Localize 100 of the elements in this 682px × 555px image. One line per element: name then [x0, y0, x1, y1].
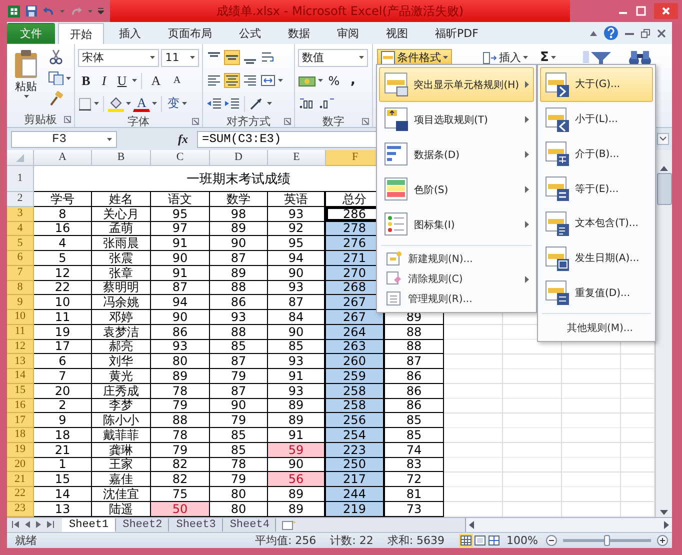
customize-icon[interactable] — [98, 8, 104, 14]
paste-button[interactable]: 粘贴 — [10, 47, 42, 107]
less-than-icon[interactable] — [545, 106, 569, 132]
calendar-icon[interactable] — [545, 246, 569, 271]
dialog-launcher-icon[interactable] — [284, 118, 291, 125]
copy-icon[interactable] — [48, 71, 64, 85]
row-header[interactable]: 23 — [7, 502, 34, 516]
column-header[interactable]: C — [151, 150, 210, 166]
insert-function-button[interactable]: fx — [177, 130, 189, 148]
page-break-view-icon[interactable] — [486, 534, 501, 547]
column-header[interactable]: E — [268, 150, 326, 166]
caret-icon[interactable] — [150, 56, 156, 59]
increase-indent-icon[interactable] — [224, 96, 240, 110]
caret-icon[interactable] — [443, 56, 448, 59]
caret-icon[interactable] — [190, 56, 195, 59]
row-header[interactable]: 11 — [7, 324, 34, 340]
normal-view-icon[interactable] — [458, 534, 473, 547]
ribbon-tab[interactable]: 审阅 — [325, 23, 371, 44]
caret-icon[interactable] — [132, 79, 137, 82]
sheet-tab[interactable]: Sheet4 — [222, 518, 276, 532]
ribbon-tab[interactable]: 开始 — [58, 23, 104, 44]
accounting-format-icon[interactable] — [298, 74, 316, 88]
cut-icon[interactable] — [48, 49, 64, 65]
menu-item[interactable]: 介于(B)... — [540, 136, 653, 172]
scroll-thumb[interactable] — [656, 173, 672, 205]
scroll-up-icon[interactable] — [660, 166, 668, 171]
zoom-in-icon[interactable] — [657, 535, 668, 546]
bold-button[interactable]: B — [78, 72, 94, 90]
row-header[interactable]: 3 — [7, 206, 34, 222]
percent-button[interactable]: % — [325, 72, 343, 88]
sheet-tab[interactable]: Sheet1 — [62, 518, 116, 532]
eraser-icon[interactable] — [386, 271, 402, 287]
format-painter-icon[interactable] — [48, 91, 64, 107]
caret-icon[interactable] — [94, 102, 99, 105]
row-header[interactable]: 7 — [7, 266, 34, 280]
italic-button[interactable]: I — [96, 72, 112, 90]
help-icon[interactable] — [604, 26, 618, 40]
menu-item[interactable]: 等于(E)... — [540, 171, 653, 206]
zoom-out-icon[interactable] — [546, 535, 557, 546]
font-color-button[interactable]: A — [133, 96, 150, 112]
row-header[interactable]: 9 — [7, 295, 34, 310]
horizontal-scrollbar[interactable] — [465, 518, 672, 532]
scroll-right-icon[interactable] — [664, 520, 669, 529]
number-format-field[interactable]: 数值 — [298, 48, 368, 66]
row-header[interactable]: 2 — [7, 192, 34, 207]
caret-icon[interactable] — [523, 56, 528, 59]
left-align-icon[interactable] — [206, 73, 222, 88]
submenu-arrow-icon[interactable] — [525, 186, 529, 193]
column-header[interactable]: A — [34, 150, 92, 166]
first-sheet-icon[interactable] — [12, 521, 19, 528]
previous-sheet-icon[interactable] — [25, 521, 30, 528]
submenu-arrow-icon[interactable] — [525, 221, 529, 228]
submenu-arrow-icon[interactable] — [525, 116, 529, 123]
row-header[interactable]: 14 — [7, 369, 34, 384]
submenu-arrow-icon[interactable] — [525, 151, 529, 158]
text-icon[interactable] — [545, 210, 569, 236]
caret-icon[interactable] — [267, 102, 272, 105]
vertical-scrollbar[interactable] — [655, 150, 672, 516]
row-header[interactable]: 18 — [7, 428, 34, 443]
row-header[interactable]: 20 — [7, 458, 34, 472]
duplicate-icon[interactable] — [545, 280, 569, 306]
dialog-launcher-icon[interactable] — [64, 116, 71, 123]
insert-sheet-icon[interactable] — [282, 519, 296, 530]
menu-item[interactable]: 文本包含(T)... — [540, 206, 653, 241]
submenu-arrow-icon[interactable] — [525, 276, 529, 282]
dialog-launcher-icon[interactable] — [192, 118, 199, 125]
page-layout-view-icon[interactable] — [472, 534, 487, 547]
rules-list-icon[interactable] — [386, 291, 402, 307]
ribbon-tab[interactable]: 公式 — [227, 23, 273, 44]
table-highlight-icon[interactable] — [384, 72, 408, 97]
right-align-icon[interactable] — [242, 73, 258, 88]
menu-item[interactable]: 项目选取规则(T) — [379, 102, 534, 137]
sheet-tab[interactable]: Sheet3 — [169, 518, 223, 532]
expand-icon[interactable] — [657, 133, 669, 145]
maximize-icon[interactable] — [636, 6, 646, 16]
between-icon[interactable] — [545, 141, 569, 166]
save-icon[interactable] — [26, 5, 38, 17]
grow-font-button[interactable]: A — [146, 72, 166, 90]
font-name-field[interactable]: 宋体 — [78, 48, 160, 66]
menu-item[interactable]: 小于(L)... — [540, 102, 653, 136]
close-icon[interactable] — [654, 3, 678, 19]
underline-button[interactable]: U — [114, 72, 130, 90]
caret-icon[interactable] — [359, 56, 364, 59]
close-icon[interactable] — [657, 28, 666, 38]
scroll-down-icon[interactable] — [660, 510, 668, 514]
font-size-field[interactable]: 11 — [161, 48, 199, 66]
greater-than-icon[interactable] — [545, 72, 569, 97]
row-header[interactable]: 1 — [7, 166, 34, 192]
borders-icon[interactable] — [78, 96, 92, 110]
insert-cells-button[interactable]: 插入 — [482, 48, 529, 66]
insert-cells-icon[interactable] — [483, 52, 497, 64]
row-header[interactable]: 10 — [7, 310, 34, 325]
merge-align-icon[interactable] — [260, 73, 276, 88]
row-header[interactable]: 13 — [7, 354, 34, 369]
decrease-decimal-icon[interactable] — [318, 96, 336, 110]
menu-item[interactable]: 其他规则(M)... — [540, 317, 653, 339]
caret-icon[interactable] — [152, 102, 158, 105]
caret-icon[interactable] — [107, 138, 112, 140]
menu-item[interactable]: 突出显示单元格规则(H) — [379, 67, 534, 102]
clipboard-icon[interactable] — [14, 50, 38, 78]
